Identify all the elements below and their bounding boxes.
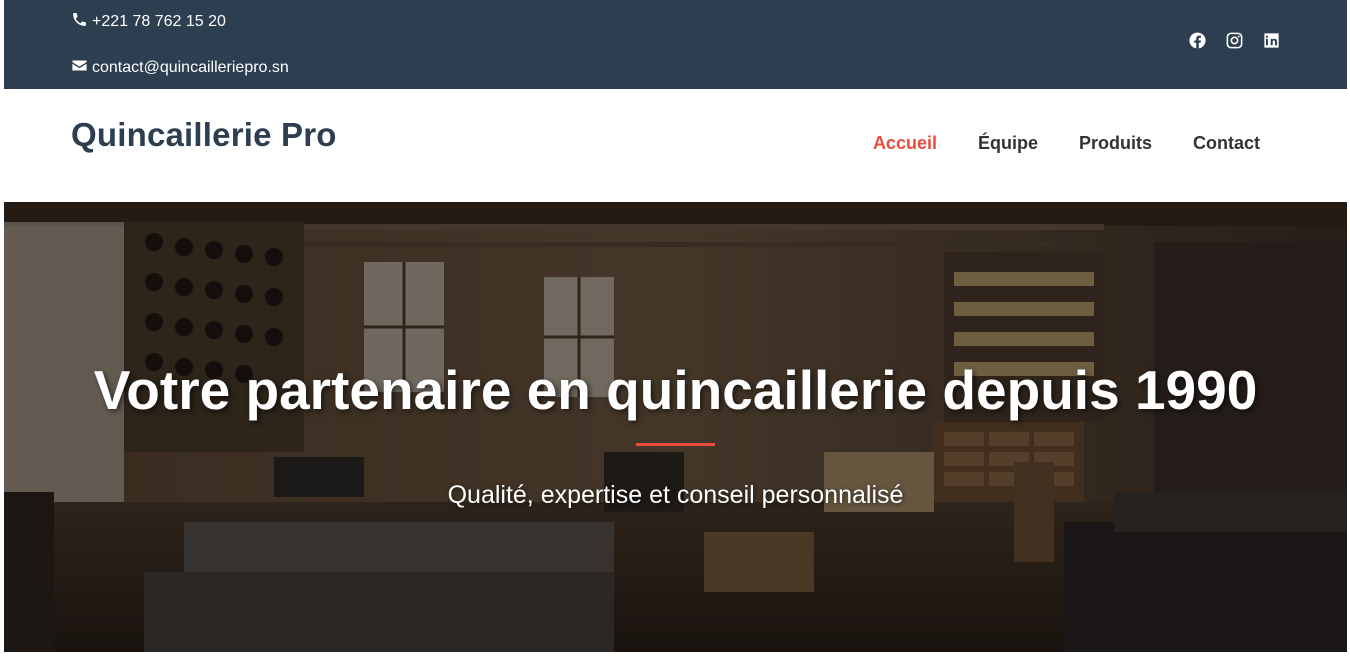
facebook-icon[interactable]	[1188, 31, 1207, 50]
site-logo[interactable]: Quincaillerie Pro	[71, 116, 337, 154]
hero-section: Votre partenaire en quincaillerie depuis…	[4, 202, 1347, 652]
envelope-icon	[71, 57, 88, 79]
hero-content: Votre partenaire en quincaillerie depuis…	[4, 202, 1347, 652]
nav-item-accueil[interactable]: Accueil	[873, 133, 937, 154]
social-links	[1188, 31, 1281, 50]
top-bar: +221 78 762 15 20 contact@quincailleriep…	[4, 0, 1347, 89]
main-nav: Accueil Équipe Produits Contact	[873, 133, 1260, 154]
email-contact[interactable]: contact@quincailleriepro.sn	[71, 57, 289, 79]
nav-item-produits[interactable]: Produits	[1079, 133, 1152, 154]
phone-icon	[71, 11, 88, 33]
instagram-icon[interactable]	[1225, 31, 1244, 50]
page: +221 78 762 15 20 contact@quincailleriep…	[4, 0, 1347, 652]
phone-contact[interactable]: +221 78 762 15 20	[71, 11, 226, 33]
nav-item-contact[interactable]: Contact	[1193, 133, 1260, 154]
hero-title: Votre partenaire en quincaillerie depuis…	[93, 359, 1258, 421]
hero-divider	[636, 443, 715, 446]
site-header: Quincaillerie Pro Accueil Équipe Produit…	[4, 89, 1347, 202]
hero-subtitle: Qualité, expertise et conseil personnali…	[447, 481, 904, 509]
phone-number: +221 78 762 15 20	[92, 13, 226, 30]
linkedin-icon[interactable]	[1262, 31, 1281, 50]
email-address: contact@quincailleriepro.sn	[92, 59, 289, 76]
nav-item-equipe[interactable]: Équipe	[978, 133, 1038, 154]
